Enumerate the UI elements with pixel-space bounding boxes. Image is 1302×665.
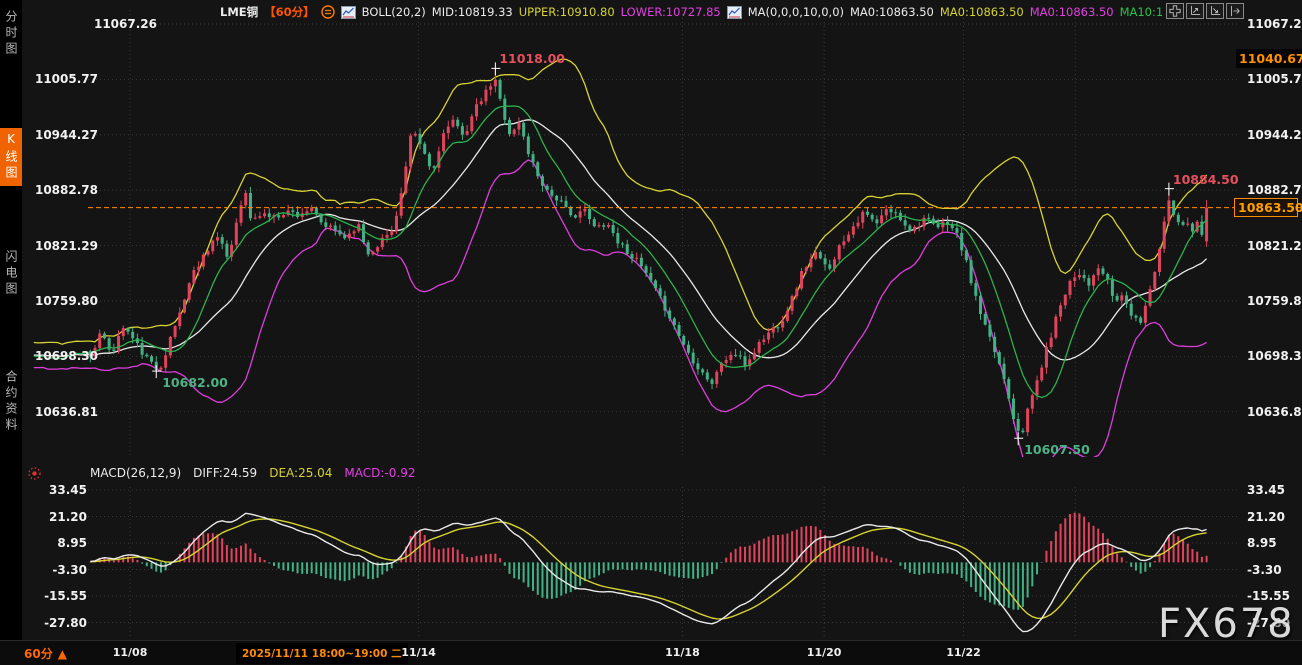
ma-value: MA0:10863.50 — [940, 5, 1024, 19]
boll-lower-value: LOWER:10727.85 — [621, 5, 721, 19]
ma-value: MA0:10863.50 — [1030, 5, 1114, 19]
alert-icon[interactable] — [27, 466, 42, 481]
price-axis-label: 11067.26 — [87, 18, 157, 30]
price-axis-label: 10944.27 — [1247, 129, 1302, 141]
macd-name: MACD(26,12,9) — [90, 466, 181, 480]
pan-right-icon[interactable] — [1226, 3, 1244, 19]
price-axis-label: 11005.77 — [28, 73, 98, 85]
macd-axis-label: -3.30 — [17, 564, 87, 576]
macd-dea-value: DEA:25.04 — [269, 466, 332, 480]
macd-diff-value: DIFF:24.59 — [193, 466, 257, 480]
sidebar-tab-contract-info[interactable]: 合约资料 — [0, 366, 22, 438]
session-high-tag: 11040.67 — [1236, 49, 1302, 68]
price-axis-label: 10882.78 — [1247, 184, 1302, 196]
period-label: 【60分】 — [264, 4, 315, 20]
boll-name: BOLL(20,2) — [362, 5, 426, 19]
date-label: 11/08 — [113, 646, 148, 659]
last-price-tag: 10863.50 — [1234, 198, 1298, 217]
macd-legend: MACD(26,12,9) DIFF:24.59 DEA:25.04 MACD:… — [90, 466, 415, 480]
candles-layer — [89, 68, 1208, 438]
chart-canvas[interactable] — [0, 0, 1302, 665]
macd-axis-label: 21.20 — [17, 511, 87, 523]
scale-x-axis-icon[interactable] — [1206, 3, 1224, 19]
ma-name: MA(0,0,0,10,0,0) — [748, 5, 844, 19]
symbol-name: LME铜 — [220, 4, 258, 20]
chart-toolbar — [1166, 3, 1244, 19]
session-info-badge: 2025/11/11 18:00~19:00 二 — [236, 643, 408, 664]
macd-axis-label: 33.45 — [17, 484, 87, 496]
sidebar-tab-lightning-chart[interactable]: 闪电图 — [0, 246, 22, 302]
price-axis-label: 10698.30 — [1247, 350, 1302, 362]
sidebar-tab-time-chart[interactable]: 分时图 — [0, 6, 22, 62]
sidebar-tab-kline-chart[interactable]: K线图 — [0, 128, 22, 186]
date-label: 11/20 — [807, 646, 842, 659]
period-value: 60分 — [24, 645, 53, 662]
date-label: 11/22 — [946, 646, 981, 659]
macd-hist-value: MACD:-0.92 — [344, 466, 415, 480]
boll-indicator-icon[interactable] — [341, 6, 356, 19]
date-label: 11/18 — [665, 646, 700, 659]
boll-upper-value: UPPER:10910.80 — [519, 5, 615, 19]
ma-indicator-icon[interactable] — [727, 6, 742, 19]
price-axis-label: 10759.80 — [1247, 295, 1302, 307]
macd-axis-label: 33.45 — [1247, 484, 1302, 496]
boll-mid-value: MID:10819.33 — [432, 5, 513, 19]
price-axis-label: 10636.81 — [28, 406, 98, 418]
price-axis-label: 10636.81 — [1247, 406, 1302, 418]
marked-low-label: 10607.50 — [1024, 442, 1090, 457]
ma-value: MA0:10863.50 — [850, 5, 934, 19]
gridlines — [88, 10, 1240, 636]
price-axis-label: 11005.77 — [1247, 73, 1302, 85]
ma-value: MA10:10855.00 — [1120, 5, 1162, 19]
period-selector[interactable]: 60分 ▲ — [24, 645, 67, 662]
bottom-bar: 60分 ▲ 2025/11/11 18:00~19:00 二 11/08 11/1… — [0, 640, 1302, 665]
dropdown-arrow-icon: ▲ — [58, 647, 67, 661]
macd-axis-label: 21.20 — [1247, 511, 1302, 523]
legend-bar: LME铜 【60分】 BOLL(20,2) MID:10819.33 UPPER… — [220, 3, 1162, 21]
marked-low-label: 10682.00 — [162, 375, 228, 390]
chart-window: 分时图 K线图 闪电图 合约资料 LME铜 【60分】 BOLL(20,2) M… — [0, 0, 1302, 665]
price-axis-label: 11067.26 — [1247, 18, 1302, 30]
macd-pane — [90, 513, 1206, 632]
price-axis-label: 10821.29 — [28, 240, 98, 252]
price-axis-label: 10759.80 — [28, 295, 98, 307]
price-axis-label: 10944.27 — [28, 129, 98, 141]
move-tool-icon[interactable] — [1166, 3, 1184, 19]
date-label: 11/14 — [401, 646, 436, 659]
sidebar: 分时图 K线图 闪电图 合约资料 — [0, 0, 22, 640]
macd-axis-label: 8.95 — [1247, 537, 1302, 549]
price-axis-label: 10882.78 — [28, 184, 98, 196]
macd-axis-label: -27.80 — [17, 617, 87, 629]
price-axis-label: 10821.29 — [1247, 240, 1302, 252]
scale-y-axis-icon[interactable] — [1186, 3, 1204, 19]
marked-high-label: 10884.50 — [1173, 172, 1239, 187]
menu-circle-icon[interactable] — [321, 5, 335, 19]
ma-values: MA0:10863.50 MA0:10863.50 MA0:10863.50 MA10… — [850, 5, 1162, 19]
macd-axis-label: -3.30 — [1247, 564, 1302, 576]
macd-axis-label: -15.55 — [17, 590, 87, 602]
macd-axis-label: 8.95 — [17, 537, 87, 549]
price-axis-label: 10698.30 — [28, 350, 98, 362]
marked-high-label: 11018.00 — [499, 51, 565, 66]
